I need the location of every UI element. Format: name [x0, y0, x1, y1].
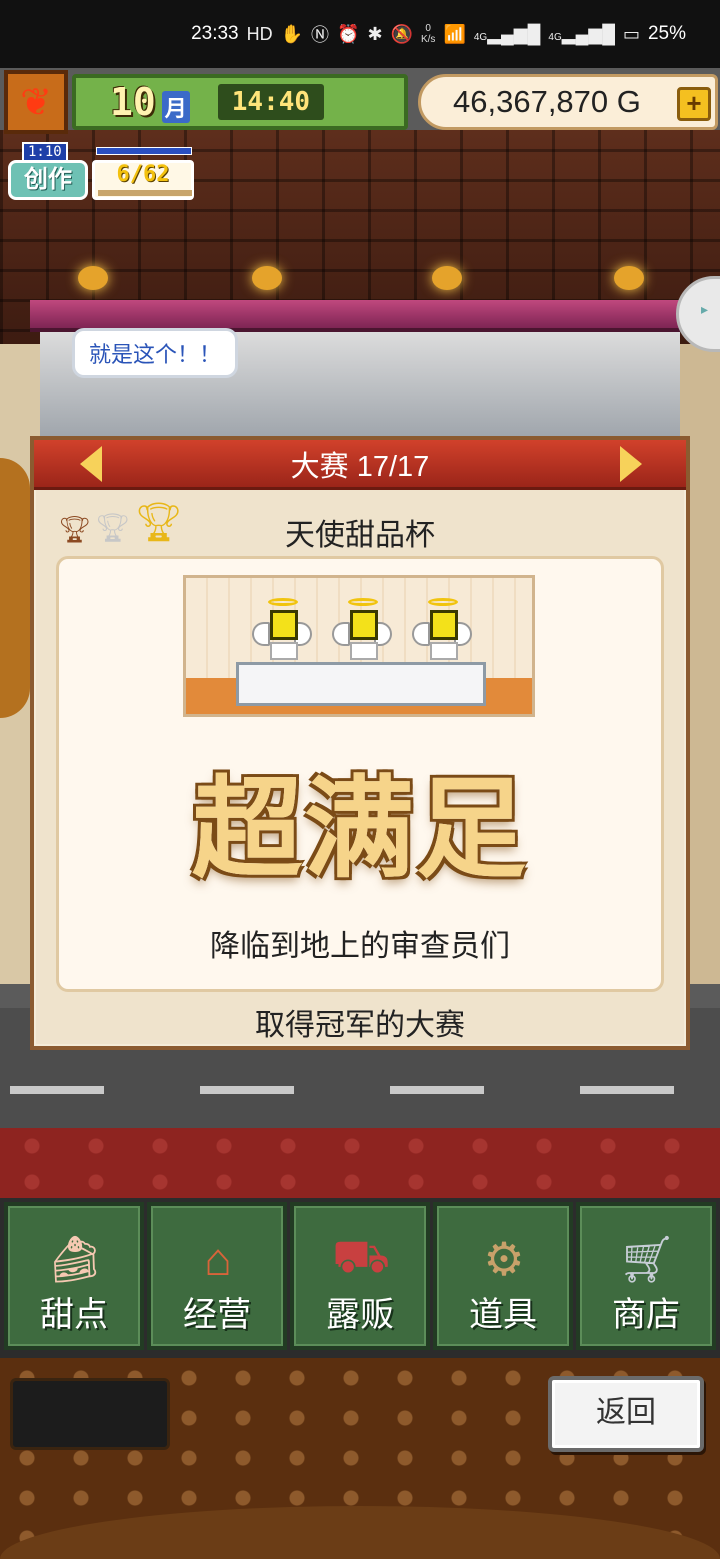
craft-label: 创作 — [8, 160, 88, 200]
autumn-tree — [0, 458, 30, 718]
game-clock: 14:40 — [217, 84, 325, 120]
menu-button-tools[interactable]: ⚙ 道具 — [433, 1202, 573, 1350]
menu-button-shop[interactable]: 🛒︎ 商店 — [576, 1202, 716, 1350]
plus-icon: + — [686, 88, 702, 118]
road-marking — [10, 1086, 104, 1094]
menu-label-tools: 道具 — [469, 1296, 537, 1334]
mute-icon: 🔕 — [390, 23, 413, 44]
menu-label-manage: 经营 — [183, 1296, 251, 1334]
carpet-strip — [0, 1128, 720, 1198]
net-speed-unit: K/s — [420, 34, 436, 45]
bottom-curve — [0, 1506, 720, 1559]
side-tab-icon: ▸ — [701, 301, 709, 317]
angel-judge-icon — [252, 598, 312, 668]
contest-header-title: 大赛 17/17 — [290, 450, 430, 483]
menu-label-stall: 露贩 — [326, 1296, 394, 1334]
status-time: 23:33 — [191, 23, 239, 44]
judge-description: 降临到地上的审查员们 — [210, 930, 510, 963]
satisfaction-rating: 超满足 — [192, 764, 528, 893]
net-label-2: 4G — [548, 31, 562, 43]
angel-judge-icon — [412, 598, 472, 668]
nfc-icon: Ⓝ — [311, 25, 330, 45]
contest-dialog: 大赛 17/17 🏆︎ 🏆︎ 🏆︎ 天使甜品杯 超满足 降临到地上的审查员们 取… — [30, 436, 690, 1050]
craft-panel[interactable]: 1:10 创作 6/62 — [8, 142, 194, 204]
net-speed: 0 K/s — [421, 23, 435, 45]
alarm-icon: ⏰ — [337, 23, 360, 44]
craft-progress-bar — [98, 190, 192, 196]
speech-bubble: 就是这个！！ — [72, 328, 239, 378]
money-panel: 46,367,870 G + — [418, 74, 718, 130]
contest-header: 大赛 17/17 — [34, 440, 686, 490]
signal-icon-1: 4G▂▄▆█ — [473, 23, 541, 44]
prev-arrow-button[interactable] — [80, 446, 102, 482]
hd-icon: HD — [246, 23, 273, 44]
bluetooth-icon: ✱ — [367, 23, 383, 44]
empty-slot — [10, 1378, 170, 1450]
menu-label-shop: 商店 — [612, 1296, 680, 1334]
contest-name: 天使甜品杯 — [285, 519, 435, 552]
lamp-icon — [78, 266, 108, 290]
battery-icon: ▭ — [622, 23, 640, 44]
status-bar: 23:33 HD ✋ Ⓝ ⏰ ✱ 🔕 0 K/s 📶 4G▂▄▆█ 4G▂▄▆█… — [0, 0, 720, 68]
signal-icon-2: 4G▂▄▆█ — [548, 23, 615, 44]
menu-label-dessert: 甜点 — [40, 1296, 108, 1334]
craft-timer: 1:10 — [22, 142, 68, 162]
add-money-button[interactable]: + — [677, 87, 711, 121]
lamp-icon — [252, 266, 282, 290]
judges-image — [183, 575, 535, 717]
road-marking — [390, 1086, 484, 1094]
main-menu-bar: 🍰︎ 甜点 ⌂ 经营 ⛟ 露贩 ⚙ 道具 🛒︎ 商店 — [0, 1198, 720, 1358]
menu-button-stall[interactable]: ⛟ 露贩 — [290, 1202, 430, 1350]
month-number: 10 — [110, 80, 156, 124]
road-marking — [580, 1086, 674, 1094]
judge-table — [236, 662, 486, 706]
net-speed-value: 0 — [425, 23, 431, 34]
next-arrow-button[interactable] — [620, 446, 642, 482]
contest-card: 超满足 降临到地上的审查员们 — [56, 556, 664, 992]
menu-button-manage[interactable]: ⌂ 经营 — [147, 1202, 287, 1350]
lamp-icon — [614, 266, 644, 290]
bottom-panel: 返回 — [0, 1358, 720, 1559]
hand-icon: ✋ — [280, 23, 304, 44]
month-label: 月 — [161, 91, 190, 123]
contest-footer: 取得冠军的大赛 — [255, 1009, 465, 1042]
road-marking — [200, 1086, 294, 1094]
back-button[interactable]: 返回 — [548, 1376, 704, 1452]
battery-percent: 25% — [647, 23, 686, 44]
money-value: 46,367,870 G — [453, 84, 641, 119]
wifi-icon: 📶 — [443, 23, 466, 44]
date-panel: 10 月 14:40 — [72, 74, 408, 130]
craft-timer-bar — [96, 147, 192, 155]
menu-button-dessert[interactable]: 🍰︎ 甜点 — [4, 1202, 144, 1350]
angel-judge-icon — [332, 598, 392, 668]
net-label-1: 4G — [473, 31, 488, 43]
maple-leaf-icon: ❦ — [4, 70, 68, 134]
lamp-icon — [432, 266, 462, 290]
